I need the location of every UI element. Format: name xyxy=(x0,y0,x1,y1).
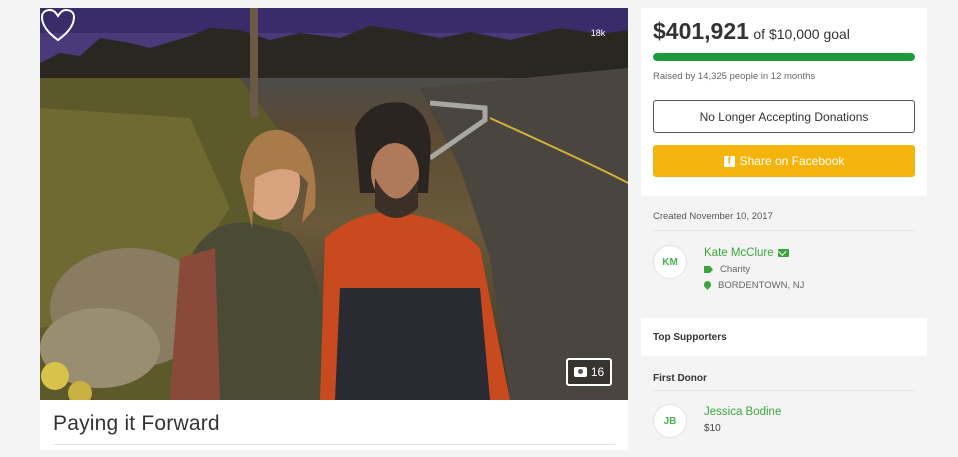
raised-by-text: Raised by 14,325 people in 12 months xyxy=(653,71,816,82)
divider xyxy=(53,444,615,445)
mail-icon[interactable] xyxy=(777,249,789,257)
heart-count: 18k xyxy=(590,28,606,38)
tag-icon xyxy=(704,266,713,273)
campaign-photo[interactable]: 18k 16 xyxy=(40,8,628,400)
progress-bar xyxy=(653,53,915,61)
photo-scene xyxy=(40,8,628,400)
no-longer-accepting-button[interactable]: No Longer Accepting Donations xyxy=(653,100,915,133)
donation-card: $401,921 of $10,000 goal Raised by 14,32… xyxy=(641,8,927,196)
location-label: BORDENTOWN, NJ xyxy=(718,280,805,291)
organizer-name: Kate McClure xyxy=(704,247,774,259)
photo-gallery-button[interactable]: 16 xyxy=(566,358,612,386)
share-label: Share on Facebook xyxy=(739,154,845,168)
share-facebook-button[interactable]: f Share on Facebook xyxy=(653,145,915,177)
raised-summary: $401,921 of $10,000 goal xyxy=(653,18,850,45)
created-date: Created November 10, 2017 xyxy=(653,211,773,222)
donor-amount: $10 xyxy=(704,423,721,434)
first-donor-label: First Donor xyxy=(653,373,707,384)
campaign-card: 18k 16 Paying it Forward xyxy=(40,8,628,450)
organizer-avatar[interactable]: KM xyxy=(653,245,687,279)
top-supporters-tab[interactable]: Top Supporters xyxy=(641,318,927,356)
organizer-link[interactable]: Kate McClure xyxy=(704,247,789,259)
donor-name[interactable]: Jessica Bodine xyxy=(704,406,781,418)
divider xyxy=(653,230,915,231)
organizer-location: BORDENTOWN, NJ xyxy=(704,280,804,291)
photo-count: 16 xyxy=(590,365,605,379)
location-pin-icon xyxy=(704,281,711,290)
progress-fill xyxy=(653,53,915,61)
donor-avatar: JB xyxy=(653,404,687,438)
category-label: Charity xyxy=(720,264,751,275)
organizer-category: Charity xyxy=(704,264,750,275)
raised-amount: $401,921 xyxy=(653,18,749,44)
camera-icon xyxy=(573,367,587,377)
top-supporters-label: Top Supporters xyxy=(653,332,727,343)
facebook-icon: f xyxy=(723,155,735,167)
campaign-title: Paying it Forward xyxy=(53,412,220,435)
divider xyxy=(653,390,915,391)
heart-icon[interactable] xyxy=(40,8,76,42)
goal-amount: of $10,000 goal xyxy=(753,26,850,42)
